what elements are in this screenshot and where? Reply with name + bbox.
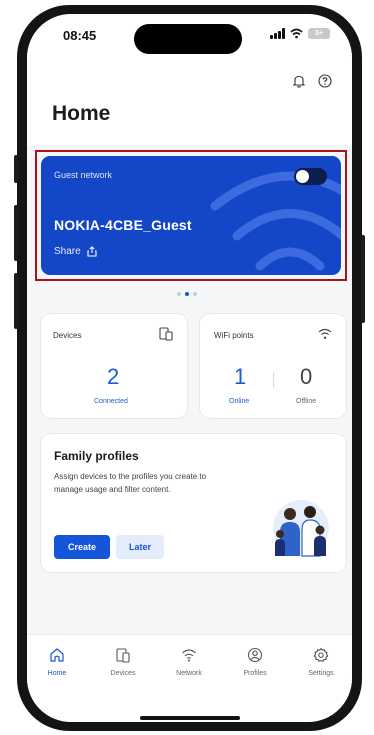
guest-ssid: NOKIA-4CBE_Guest (54, 217, 192, 233)
family-profiles-title: Family profiles (54, 449, 139, 463)
family-profiles-card: Family profiles Assign devices to the pr… (41, 434, 346, 572)
guest-network-card[interactable]: Guest network NOKIA-4CBE_Guest Share (41, 156, 341, 275)
divider (273, 372, 274, 388)
wifi-status-icon (290, 28, 303, 39)
share-icon (87, 246, 97, 257)
devices-card[interactable]: Devices 2 Connected (41, 314, 187, 418)
carousel-dot[interactable] (177, 292, 181, 296)
volume-down-button (14, 273, 18, 329)
offline-count: 0 (300, 364, 313, 389)
tab-devices[interactable]: Devices (93, 647, 153, 677)
guest-network-label: Guest network (54, 170, 113, 180)
side-button (14, 155, 18, 183)
volume-up-button (14, 205, 18, 261)
devices-icon (116, 648, 130, 663)
wifi-points-card[interactable]: WiFi points 1 0 Online Offline (200, 314, 346, 418)
online-label: Online (229, 398, 250, 405)
carousel-dot[interactable] (193, 292, 197, 296)
share-label: Share (54, 246, 81, 257)
power-button (361, 235, 365, 323)
wifi-icon (182, 649, 196, 662)
later-button[interactable]: Later (116, 535, 164, 559)
tab-devices-label: Devices (110, 670, 136, 677)
bottom-tab-bar: Home Devices Network Profiles Settings (27, 634, 352, 722)
dynamic-island (134, 24, 242, 54)
signal-icon (270, 28, 285, 39)
app-screen: 08:45 3+ Home Guest network NOKIA-4CBE_G… (27, 14, 352, 722)
devices-status: Connected (94, 398, 128, 405)
phone-frame: 08:45 3+ Home Guest network NOKIA-4CBE_G… (14, 5, 365, 731)
status-time: 08:45 (63, 28, 97, 43)
share-button[interactable]: Share (54, 246, 97, 257)
tab-home[interactable]: Home (27, 647, 87, 677)
app-header: Home (27, 58, 352, 145)
bell-icon[interactable] (292, 74, 306, 88)
guest-network-toggle[interactable] (294, 168, 327, 185)
family-illustration (273, 500, 329, 557)
online-count: 1 (234, 364, 247, 389)
carousel-indicator (177, 292, 197, 296)
carousel-dot-active[interactable] (185, 292, 189, 296)
tab-settings-label: Settings (308, 670, 334, 677)
battery-icon: 3+ (308, 28, 330, 39)
help-icon[interactable] (318, 74, 332, 88)
profile-icon (247, 647, 263, 663)
tab-profiles-label: Profiles (243, 670, 267, 677)
status-bar: 08:45 3+ (27, 14, 352, 58)
tab-settings[interactable]: Settings (291, 647, 351, 677)
tab-network-label: Network (176, 670, 202, 677)
create-button[interactable]: Create (54, 535, 110, 559)
tab-network[interactable]: Network (159, 647, 219, 677)
devices-card-label: Devices (53, 331, 82, 340)
offline-label: Offline (296, 398, 317, 405)
devices-icon (159, 327, 173, 341)
tab-home-label: Home (47, 670, 67, 677)
page-title: Home (52, 102, 111, 125)
devices-count: 2 (107, 364, 120, 389)
tab-profiles[interactable]: Profiles (225, 647, 285, 677)
wifi-icon (318, 328, 332, 339)
home-indicator (140, 716, 240, 720)
wifi-points-label: WiFi points (214, 331, 254, 340)
family-profiles-text: Assign devices to the profiles you creat… (54, 472, 207, 494)
gear-icon (313, 647, 329, 662)
home-icon (50, 648, 64, 662)
